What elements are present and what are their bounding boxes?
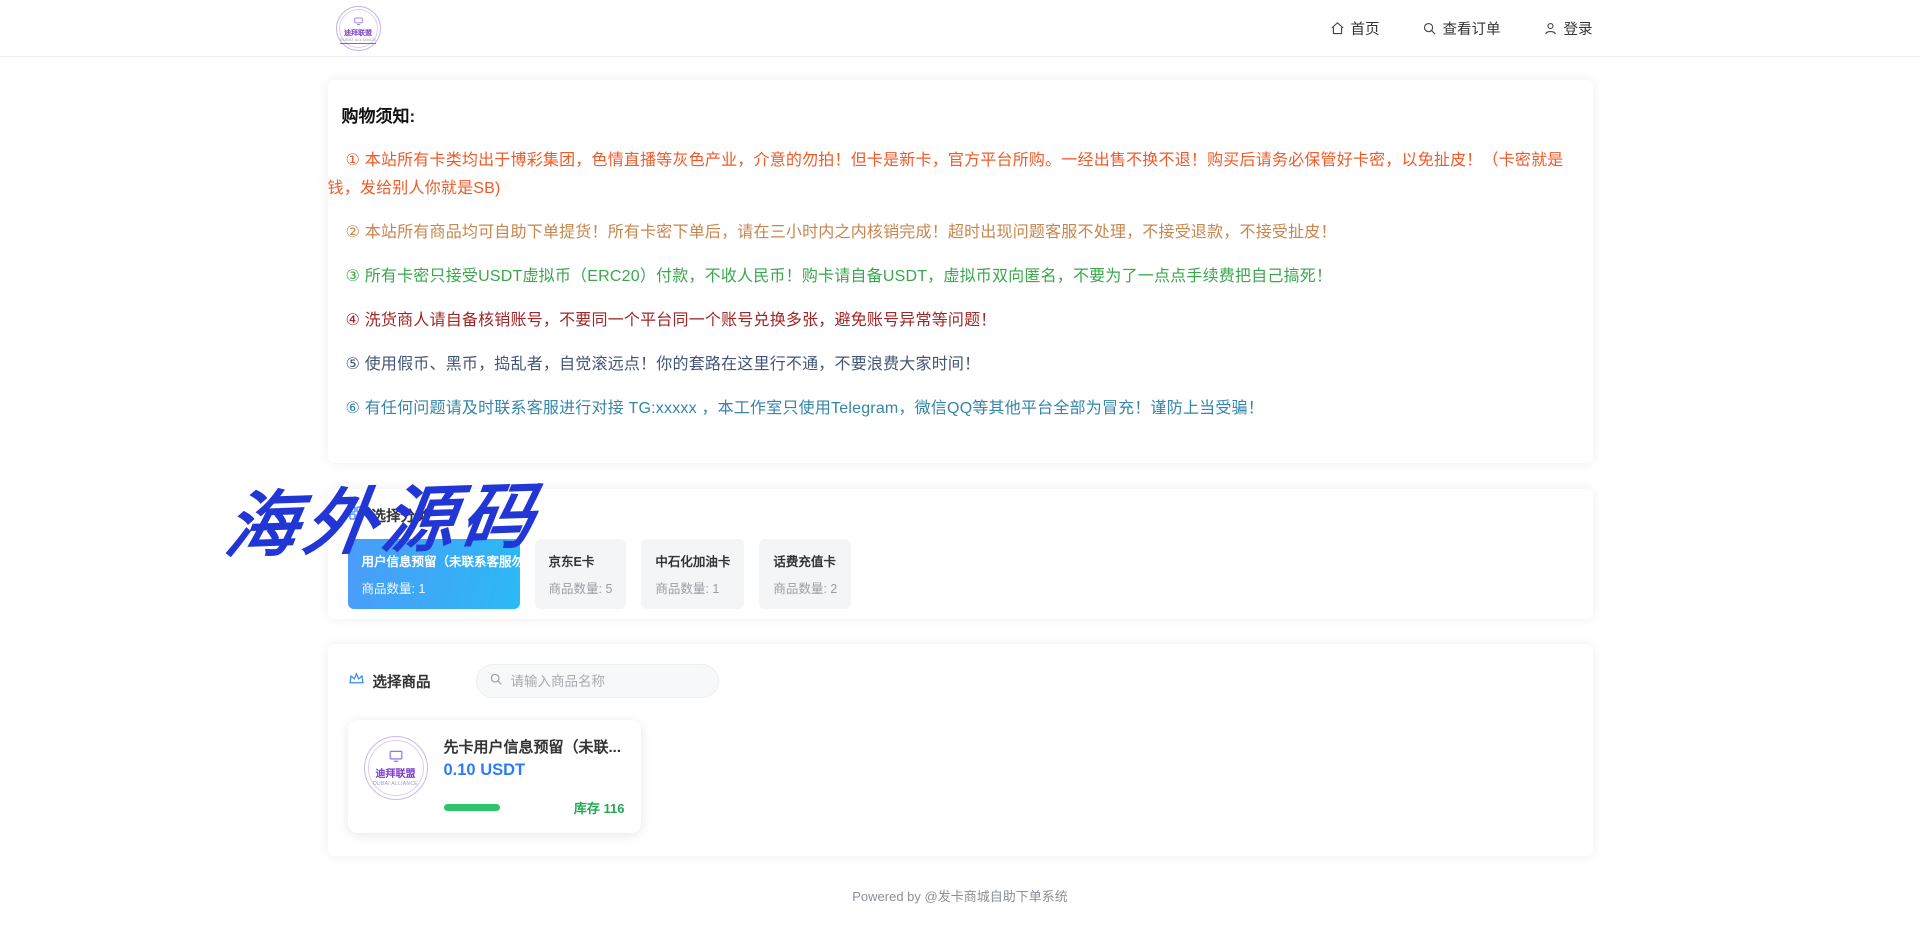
notice-line-5: ⑤ 使用假币、黑币，捣乱者，自觉滚远点！你的套路在这里行不通，不要浪费大家时间！ xyxy=(328,351,1593,379)
category-list: 用户信息预留（未联系客服勿拍) 商品数量: 1 京东E卡 商品数量: 5 中石化… xyxy=(348,539,1573,609)
category-card[interactable]: 中石化加油卡 商品数量: 1 xyxy=(641,539,744,609)
user-icon xyxy=(1543,21,1558,36)
search-order-icon xyxy=(1422,21,1437,36)
logo-text-en: DUBAI ALLIANCE xyxy=(340,38,377,44)
product-panel: 选择商品 迪拜联盟 DUBAI ALLIANCE xyxy=(328,644,1593,856)
product-search[interactable] xyxy=(476,664,719,698)
category-count: 商品数量: 1 xyxy=(655,578,730,597)
search-icon xyxy=(489,672,503,691)
product-name: 先卡用户信息预留（未联... xyxy=(444,736,625,757)
monitor-icon xyxy=(354,13,363,29)
category-section-title: 选择分类 xyxy=(372,505,430,526)
header: 迪拜联盟 DUBAI ALLIANCE 首页 查看订单 xyxy=(0,0,1920,57)
home-icon xyxy=(1330,21,1345,36)
category-name: 中石化加油卡 xyxy=(655,551,730,570)
product-logo-text-cn: 迪拜联盟 xyxy=(376,769,416,780)
category-name: 京东E卡 xyxy=(549,551,613,570)
category-name: 话费充值卡 xyxy=(773,551,837,570)
notice-line-6: ⑥ 有任何问题请及时联系客服进行对接 TG:xxxxx ，本工作室只使用Tele… xyxy=(328,395,1593,423)
site-logo-badge: 迪拜联盟 DUBAI ALLIANCE xyxy=(339,9,378,48)
category-card[interactable]: 京东E卡 商品数量: 5 xyxy=(535,539,627,609)
category-count: 商品数量: 5 xyxy=(549,578,613,597)
main-nav: 首页 查看订单 登录 xyxy=(1330,18,1593,39)
nav-home-label: 首页 xyxy=(1351,18,1380,39)
nav-orders[interactable]: 查看订单 xyxy=(1422,18,1501,39)
site-logo[interactable]: 迪拜联盟 DUBAI ALLIANCE xyxy=(336,6,381,51)
search-input[interactable] xyxy=(511,674,706,689)
category-card-active[interactable]: 用户信息预留（未联系客服勿拍) 商品数量: 1 xyxy=(348,539,520,609)
stock-label: 库存 116 xyxy=(574,798,625,817)
category-panel: 选择分类 用户信息预留（未联系客服勿拍) 商品数量: 1 京东E卡 商品数量: … xyxy=(328,489,1593,619)
category-card[interactable]: 话费充值卡 商品数量: 2 xyxy=(759,539,851,609)
category-name: 用户信息预留（未联系客服勿拍) xyxy=(362,551,506,570)
notice-line-3: ③ 所有卡密只接受USDT虚拟币（ERC20）付款，不收人民币！购卡请自备USD… xyxy=(328,263,1593,291)
category-grid-icon xyxy=(348,505,364,526)
nav-orders-label: 查看订单 xyxy=(1443,18,1501,39)
category-count: 商品数量: 2 xyxy=(773,578,837,597)
product-logo-text-en: DUBAI ALLIANCE xyxy=(373,782,418,788)
notice-line-1: ① 本站所有卡类均出于博彩集团，色情直播等灰色产业，介意的勿拍！但卡是新卡，官方… xyxy=(328,147,1593,203)
monitor-icon xyxy=(389,749,403,767)
shopping-notice-panel: 购物须知: ① 本站所有卡类均出于博彩集团，色情直播等灰色产业，介意的勿拍！但卡… xyxy=(328,80,1593,463)
stock-progress-bar xyxy=(444,804,500,811)
nav-home[interactable]: 首页 xyxy=(1330,18,1380,39)
product-section-title: 选择商品 xyxy=(373,671,431,692)
notice-line-2: ② 本站所有商品均可自助下单提货！所有卡密下单后，请在三小时内之内核销完成！超时… xyxy=(328,219,1593,247)
product-price: 0.10 USDT xyxy=(444,761,625,780)
product-card[interactable]: 迪拜联盟 DUBAI ALLIANCE 先卡用户信息预留（未联... 0.10 … xyxy=(348,720,641,833)
footer-text: Powered by @发卡商城自助下单系统 xyxy=(0,886,1920,905)
nav-login[interactable]: 登录 xyxy=(1543,18,1593,39)
crown-icon xyxy=(348,671,365,691)
logo-text-cn: 迪拜联盟 xyxy=(344,30,372,37)
notice-line-4: ④ 洗货商人请自备核销账号，不要同一个平台同一个账号兑换多张，避免账号异常等问题… xyxy=(328,307,1593,335)
product-logo: 迪拜联盟 DUBAI ALLIANCE xyxy=(364,736,428,800)
category-count: 商品数量: 1 xyxy=(362,578,506,597)
nav-login-label: 登录 xyxy=(1564,18,1593,39)
notice-title: 购物须知: xyxy=(342,102,1579,127)
